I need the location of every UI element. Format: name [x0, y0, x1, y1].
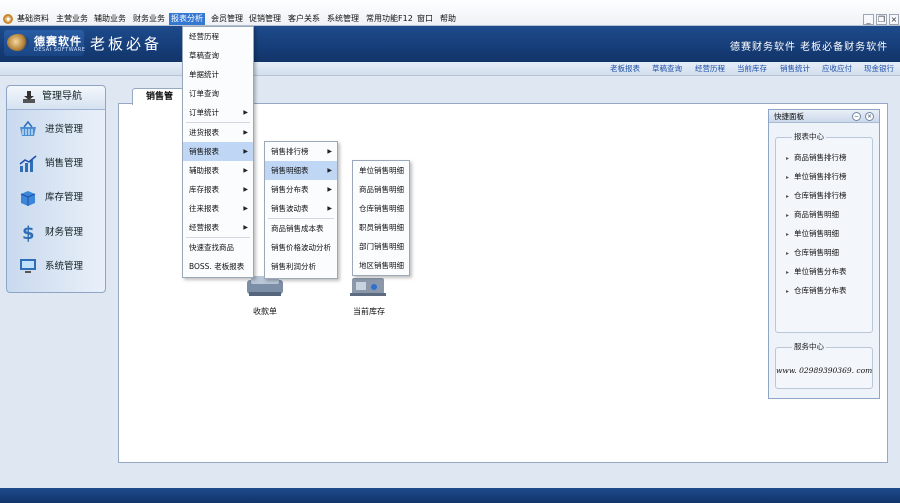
quick-link-cash-bank[interactable]: 现金银行 [864, 64, 894, 74]
quick-panel-title: 快捷面板 [774, 112, 804, 121]
report-menu: 经营历程 草稿查询 单据统计 订单查询 订单统计 ▶ 进货报表 ▶ 销售报表 ▶ 辅助… [182, 26, 254, 278]
nav-label-finance: 财务管理 [45, 227, 84, 238]
dollar-icon: $ [22, 223, 35, 242]
nav-label-inventory: 库存管理 [45, 192, 84, 203]
menu-item-aux-report[interactable]: 辅助报表 ▶ [183, 161, 253, 180]
menu-crm[interactable]: 客户关系 [286, 13, 322, 25]
download-icon [23, 91, 35, 103]
nav-label-purchase: 进货管理 [45, 124, 84, 135]
report-center-legend: 报表中心 [792, 132, 826, 141]
restore-icon[interactable]: ❐ [876, 14, 887, 25]
menu-finance[interactable]: 财务业务 [131, 13, 167, 25]
nav-label-sales: 销售管理 [45, 158, 84, 169]
menu-item-stock-report[interactable]: 库存报表 ▶ [183, 180, 253, 199]
submenu-arrow-icon: ▶ [243, 148, 248, 155]
submenu-arrow-icon: ▶ [327, 205, 332, 212]
menu-item-account-report[interactable]: 往来报表 ▶ [183, 199, 253, 218]
warehouse-icon[interactable] [346, 274, 390, 298]
desktop-label-receipt[interactable]: 收款单 [253, 307, 277, 317]
qlink-unit-ranking[interactable]: ▸ 单位销售排行榜 [786, 172, 847, 182]
detail-item-unit[interactable]: 单位销售明细 [353, 161, 409, 180]
qlink-product-detail[interactable]: ▸ 商品销售明细 [786, 210, 839, 220]
tab-sales-label: 销售管 [146, 92, 174, 102]
detail-item-department[interactable]: 部门销售明细 [353, 237, 409, 256]
quick-link-history[interactable]: 经营历程 [695, 64, 725, 74]
menu-member[interactable]: 会员管理 [209, 13, 245, 25]
detail-item-staff[interactable]: 职员销售明细 [353, 218, 409, 237]
panel-close-icon[interactable]: × [865, 112, 874, 121]
chart-icon [19, 155, 37, 172]
menu-system[interactable]: 系统管理 [325, 13, 361, 25]
quick-link-sales-stats[interactable]: 销售统计 [780, 64, 810, 74]
menu-aux-business[interactable]: 辅助业务 [92, 13, 128, 25]
submenu-arrow-icon: ▶ [243, 186, 248, 193]
banner-slogan: 老板必备 [90, 35, 163, 53]
nav-label-system: 系统管理 [45, 261, 84, 272]
submenu-item-detail[interactable]: 销售明细表 ▶ [265, 161, 337, 180]
box-icon [20, 191, 36, 206]
service-phone: www. 02989390369. com [776, 366, 873, 375]
menu-item-draft-query[interactable]: 草稿查询 [183, 46, 253, 65]
menu-common-f12[interactable]: 常用功能F12 [364, 13, 415, 25]
menu-item-boss-report[interactable]: BOSS. 老板报表 [183, 257, 253, 276]
monitor-icon [20, 259, 36, 273]
menu-item-purchase-report[interactable]: 进货报表 ▶ [183, 123, 253, 142]
menu-item-order-stats[interactable]: 订单统计 ▶ [183, 103, 253, 122]
detail-item-region[interactable]: 地区销售明细 [353, 256, 409, 275]
submenu-arrow-icon: ▶ [243, 205, 248, 212]
submenu-item-distribution[interactable]: 销售分布表 ▶ [265, 180, 337, 199]
collapse-icon[interactable]: − [852, 112, 861, 121]
menu-help[interactable]: 帮助 [438, 13, 458, 25]
menu-item-find-product[interactable]: 快速查找商品 [183, 238, 253, 257]
menu-basic-data[interactable]: 基础资料 [15, 13, 51, 25]
menu-main-business[interactable]: 主营业务 [54, 13, 90, 25]
menu-item-operation-report[interactable]: 经营报表 ▶ [183, 218, 253, 237]
qlink-warehouse-ranking[interactable]: ▸ 仓库销售排行榜 [786, 191, 847, 201]
quick-link-stock[interactable]: 当前库存 [737, 64, 767, 74]
submenu-item-cost[interactable]: 商品销售成本表 [265, 219, 337, 238]
quick-link-boss-report[interactable]: 老板报表 [610, 64, 640, 74]
menu-item-bill-stats[interactable]: 单据统计 [183, 65, 253, 84]
submenu-arrow-icon: ▶ [243, 129, 248, 136]
submenu-item-fluctuation[interactable]: 销售波动表 ▶ [265, 199, 337, 218]
sales-report-submenu: 销售排行榜 ▶ 销售明细表 ▶ 销售分布表 ▶ 销售波动表 ▶ 商品销售成本表 销售价格… [264, 141, 338, 279]
close-icon[interactable]: × [889, 14, 899, 25]
quick-link-receivables[interactable]: 应收应付 [822, 64, 852, 74]
submenu-arrow-icon: ▶ [243, 224, 248, 231]
brand-logo-icon [7, 34, 29, 51]
banner-product-name: 德赛财务软件 老板必备财务软件 [730, 42, 889, 53]
service-center-legend: 服务中心 [792, 342, 826, 351]
submenu-arrow-icon: ▶ [327, 167, 332, 174]
qlink-warehouse-distribution[interactable]: ▸ 仓库销售分布表 [786, 286, 847, 296]
detail-item-product[interactable]: 商品销售明细 [353, 180, 409, 199]
submenu-arrow-icon: ▶ [243, 167, 248, 174]
menu-item-sales-report[interactable]: 销售报表 ▶ [183, 142, 253, 161]
menu-item-history[interactable]: 经营历程 [183, 27, 253, 46]
quick-link-draft-query[interactable]: 草稿查询 [652, 64, 682, 74]
menu-window[interactable]: 窗口 [415, 13, 435, 25]
submenu-arrow-icon: ▶ [327, 148, 332, 155]
svg-text:$: $ [22, 223, 35, 242]
minimize-icon[interactable]: _ [863, 14, 874, 25]
detail-item-warehouse[interactable]: 仓库销售明细 [353, 199, 409, 218]
qlink-product-ranking[interactable]: ▸ 商品销售排行榜 [786, 153, 847, 163]
qlink-unit-distribution[interactable]: ▸ 单位销售分布表 [786, 267, 847, 277]
menu-promotion[interactable]: 促销管理 [247, 13, 283, 25]
submenu-item-profit-analysis[interactable]: 销售利润分析 [265, 257, 337, 276]
app-logo-icon[interactable]: ◉ [3, 14, 13, 24]
basket-icon [20, 120, 36, 136]
submenu-item-ranking[interactable]: 销售排行榜 ▶ [265, 142, 337, 161]
qlink-unit-detail[interactable]: ▸ 单位销售明细 [786, 229, 839, 239]
desktop-label-stock[interactable]: 当前库存 [353, 307, 385, 317]
sales-detail-submenu: 单位销售明细 商品销售明细 仓库销售明细 职员销售明细 部门销售明细 地区销售明… [352, 160, 410, 276]
qlink-warehouse-detail[interactable]: ▸ 仓库销售明细 [786, 248, 839, 258]
submenu-item-price-analysis[interactable]: 销售价格波动分析 [265, 238, 337, 257]
submenu-arrow-icon: ▶ [327, 186, 332, 193]
menu-report-analysis[interactable]: 报表分析 [169, 13, 205, 25]
submenu-arrow-icon: ▶ [243, 109, 248, 116]
menu-item-order-query[interactable]: 订单查询 [183, 84, 253, 103]
brand-name-en: DESAI SOFTWARE [34, 47, 86, 53]
nav-title: 管理导航 [42, 91, 82, 102]
bottom-bar [0, 488, 900, 503]
